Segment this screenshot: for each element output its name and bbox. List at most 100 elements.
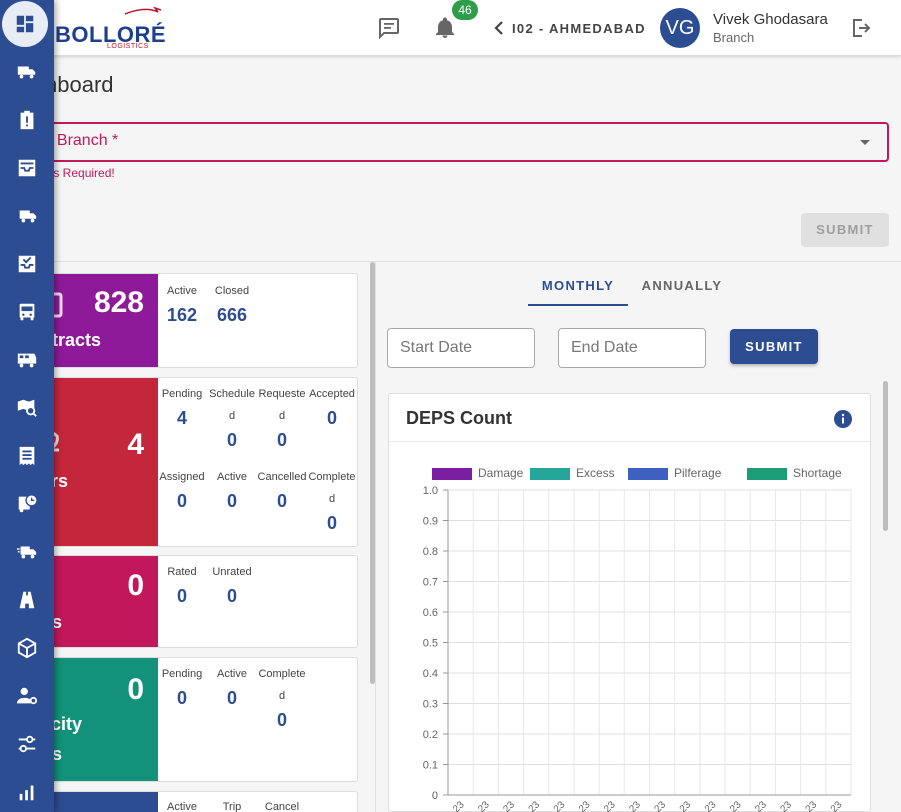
date-submit-button[interactable]: SUBMIT: [730, 329, 818, 364]
y-tick-label: 0: [432, 790, 438, 802]
y-tick-label: 0.2: [423, 729, 438, 741]
x-tick-label: 23: [451, 799, 467, 812]
trips-card[interactable]: 0 os Rated0 Unrated0: [40, 555, 358, 648]
bus-clock-icon: [18, 494, 38, 513]
orders-total: 4: [127, 428, 144, 461]
sidebar-item-road[interactable]: [0, 576, 54, 624]
panel-divider: [375, 262, 376, 812]
branch-select[interactable]: [40, 122, 889, 162]
dashboard-icon: [16, 15, 34, 33]
sidebar-item-receipt[interactable]: [0, 432, 54, 480]
map-search-icon: [17, 399, 37, 417]
deps-chart: Damage Excess Pilferage Shortage 0 0.1 0.2 0.3 0…: [423, 466, 852, 812]
sidebar-item-clipboard-alert[interactable]: [0, 96, 54, 144]
sidebar-item-sliders[interactable]: [0, 720, 54, 768]
tab-annually[interactable]: ANNUALLY: [632, 278, 732, 306]
stat-trip: Trip: [222, 801, 242, 812]
y-tick-label: 0.9: [423, 516, 438, 528]
bell-icon[interactable]: [433, 16, 457, 40]
transport-card[interactable]: Active Trip Cancel: [40, 791, 358, 812]
chart-title: DEPS Count: [406, 408, 512, 428]
cube-icon: [17, 637, 37, 659]
capacity-total: 0: [127, 673, 144, 706]
legend-label: Shortage: [793, 466, 842, 480]
road-icon: [19, 591, 35, 609]
sidebar-item-user-settings[interactable]: [0, 672, 54, 720]
trips-total: 0: [127, 569, 144, 602]
contracts-card[interactable]: 828 ntracts Active 162 Closed 666: [40, 273, 358, 368]
inbox-check-icon: [18, 255, 36, 273]
start-date-input[interactable]: Start Date: [387, 328, 535, 368]
sidebar-item-bus[interactable]: [0, 288, 54, 336]
legend-swatch: [747, 468, 787, 480]
receipt-icon: [19, 446, 35, 466]
y-tick-label: 0.6: [423, 607, 438, 619]
stat-accepted: Accepted 0: [309, 388, 355, 428]
x-tick-label: 23: [829, 799, 845, 812]
sidebar-item-bus-clock[interactable]: [0, 480, 54, 528]
sidebar-item-truck-fast[interactable]: [0, 192, 54, 240]
x-tick-label: 23: [627, 799, 643, 812]
sidebar-item-truck-delivery[interactable]: [0, 528, 54, 576]
stat-rated: Rated 0: [167, 566, 197, 606]
end-date-input[interactable]: End Date: [558, 328, 706, 368]
y-tick-label: 0.5: [423, 638, 438, 650]
x-tick-label: 23: [602, 799, 618, 812]
user-role: Branch: [713, 30, 755, 45]
y-tick-label: 0.3: [423, 699, 438, 711]
x-tick-label: 23: [804, 799, 820, 812]
stat-cancel: Cancel: [264, 801, 300, 812]
avatar[interactable]: VG: [660, 8, 700, 48]
sidebar-item-truck-check[interactable]: [0, 48, 54, 96]
info-icon[interactable]: [833, 409, 853, 429]
stat-pending: Pending 4: [161, 388, 203, 428]
branch-selector[interactable]: I02 - AHMEDABAD: [494, 18, 646, 38]
y-tick-label: 0.7: [423, 577, 438, 589]
stat-cancelled: Cancelled 0: [257, 471, 307, 511]
stat-pending: Pending 0: [161, 668, 203, 708]
logout-icon[interactable]: [849, 16, 873, 40]
chevron-left-icon: [494, 21, 503, 35]
inbox-tray-icon: [18, 159, 36, 177]
x-tick-label: 23: [653, 799, 669, 812]
x-tick-label: 23: [527, 799, 543, 812]
sidebar-item-chart[interactable]: [0, 768, 54, 812]
sidebar: [0, 0, 54, 812]
trips-card-banner: 0 os: [41, 556, 158, 647]
x-tick-label: 23: [753, 799, 769, 812]
capacity-card-banner: 0 acity os: [41, 658, 158, 781]
logo-subtext: LOGISTICS: [107, 43, 149, 50]
deps-chart-card: DEPS Count Damage Excess Pilferage Shortage…: [388, 393, 871, 812]
clipboard-alert-icon: [20, 110, 34, 130]
sidebar-item-dashboard[interactable]: [2, 1, 48, 47]
sidebar-item-cube[interactable]: [0, 624, 54, 672]
orders-card[interactable]: 4 ers Pending 4 Scheduled 0 Requested 0 Acc…: [40, 377, 358, 547]
x-tick-label: 23: [678, 799, 694, 812]
contracts-total: 828: [93, 286, 144, 319]
chart-scrollbar[interactable]: [883, 381, 888, 531]
sidebar-item-inbox-check[interactable]: [0, 240, 54, 288]
chat-icon[interactable]: [377, 16, 401, 40]
stat-scheduled: Scheduled 0: [209, 388, 255, 450]
dropdown-caret-icon[interactable]: [860, 140, 870, 145]
legend-swatch: [530, 468, 570, 480]
legend-label: Damage: [478, 466, 524, 480]
sidebar-item-map-search[interactable]: [0, 384, 54, 432]
y-tick-label: 1.0: [423, 485, 438, 497]
capacity-card[interactable]: 0 acity os Pending0 Active0 Completed0: [40, 657, 358, 782]
contracts-card-banner: 828 ntracts: [41, 274, 158, 367]
user-name: Vivek Ghodasara: [713, 11, 828, 28]
sidebar-item-inbox[interactable]: [0, 144, 54, 192]
branch-submit-button[interactable]: SUBMIT: [801, 213, 889, 247]
sidebar-item-rv[interactable]: [0, 336, 54, 384]
page-title: nboard: [45, 72, 114, 97]
stat-active: Active 0: [217, 471, 247, 511]
x-tick-label: 23: [778, 799, 794, 812]
truck-fast-icon: [19, 210, 37, 223]
stat-completed: Completed 0: [308, 471, 356, 533]
truck-delivery-icon: [16, 546, 37, 559]
legend-label: Excess: [576, 466, 615, 480]
tab-monthly[interactable]: MONTHLY: [528, 278, 628, 306]
stat-completed: Completed 0: [258, 668, 306, 730]
y-tick-label: 0.1: [423, 760, 438, 772]
